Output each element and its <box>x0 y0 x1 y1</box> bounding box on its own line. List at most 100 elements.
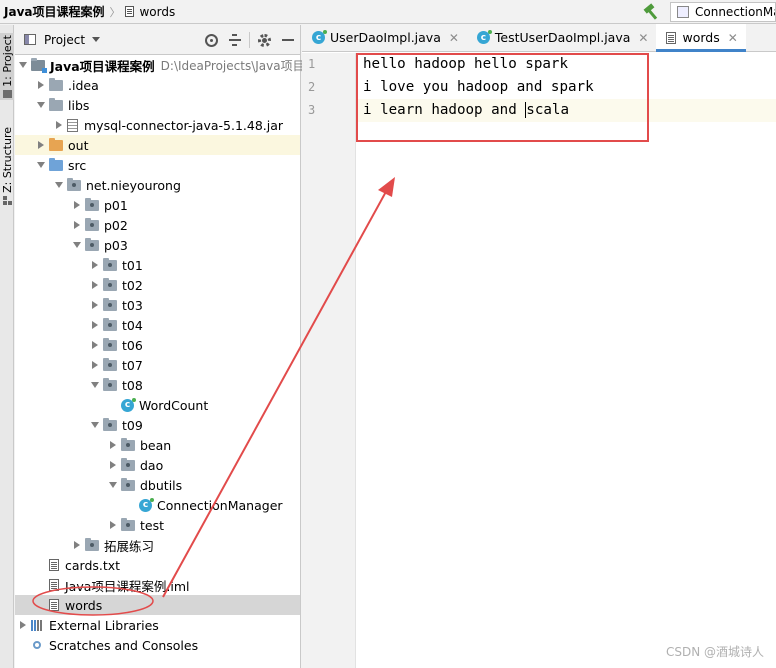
tree-item[interactable]: Java项目课程案例.iml <box>15 575 300 595</box>
code-text: i learn hadoop and <box>363 102 526 118</box>
tree-item[interactable]: out <box>15 135 300 155</box>
tree-item[interactable]: cards.txt <box>15 555 300 575</box>
locate-file-button[interactable] <box>199 25 223 55</box>
editor-tab[interactable]: c TestUserDaoImpl.java ✕ <box>467 24 657 51</box>
chevron-down-icon[interactable] <box>109 480 117 490</box>
tree-item[interactable]: p03 <box>15 235 300 255</box>
tree-item[interactable]: t07 <box>15 355 300 375</box>
tree-item-label: WordCount <box>139 397 209 413</box>
chevron-right-icon[interactable] <box>37 80 45 90</box>
chevron-right-icon[interactable] <box>73 200 81 210</box>
tree-item[interactable]: dao <box>15 455 300 475</box>
close-icon[interactable]: ✕ <box>449 31 459 45</box>
tree-item-label: .idea <box>68 77 99 93</box>
tree-item[interactable]: src <box>15 155 300 175</box>
tree-item[interactable]: Java项目课程案例 D:\IdeaProjects\Java项目 <box>15 55 305 75</box>
package-icon <box>85 237 99 251</box>
chevron-right-icon[interactable] <box>91 300 99 310</box>
chevron-down-icon[interactable] <box>19 60 27 70</box>
collapse-all-button[interactable] <box>223 25 247 55</box>
chevron-right-icon[interactable] <box>19 620 27 630</box>
chevron-right-icon[interactable] <box>109 460 117 470</box>
tree-item[interactable]: c WordCount <box>15 395 300 415</box>
tree-item[interactable]: t09 <box>15 415 300 435</box>
project-panel-header: Project <box>15 25 300 55</box>
chevron-down-icon[interactable] <box>37 160 45 170</box>
tree-item[interactable]: mysql-connector-java-5.1.48.jar <box>15 115 300 135</box>
chevron-right-icon[interactable] <box>91 320 99 330</box>
chevron-right-icon[interactable] <box>91 360 99 370</box>
chevron-right-icon[interactable] <box>91 260 99 270</box>
chevron-right-icon[interactable] <box>91 280 99 290</box>
tree-item-label: t04 <box>122 317 143 333</box>
chevron-down-icon[interactable] <box>55 180 63 190</box>
chevron-down-icon[interactable] <box>91 380 99 390</box>
build-hammer-icon[interactable] <box>642 3 660 21</box>
tree-item-label: p01 <box>104 197 128 213</box>
tree-item[interactable]: t01 <box>15 255 300 275</box>
tree-item[interactable]: p02 <box>15 215 300 235</box>
close-icon[interactable]: ✕ <box>728 31 738 45</box>
editor-tabs: c UserDaoImpl.java ✕ c TestUserDaoImpl.java ✕… <box>302 24 776 52</box>
text-file-icon <box>49 599 59 611</box>
tree-item[interactable]: t03 <box>15 295 300 315</box>
tree-item-label: words <box>65 597 103 613</box>
tree-item[interactable]: t04 <box>15 315 300 335</box>
chevron-right-icon[interactable] <box>109 440 117 450</box>
tree-item[interactable]: External Libraries <box>15 615 300 635</box>
editor-tab[interactable]: c UserDaoImpl.java ✕ <box>302 24 467 51</box>
project-view-title[interactable]: Project <box>44 33 85 47</box>
breadcrumb-project[interactable]: Java项目课程案例 <box>4 3 104 20</box>
java-class-icon: c <box>139 497 154 512</box>
breadcrumb-file[interactable]: words <box>139 5 175 19</box>
chevron-right-icon[interactable] <box>37 140 45 150</box>
hide-panel-button[interactable] <box>276 25 300 55</box>
code-area[interactable]: hello hadoop hello spark i love you hado… <box>357 53 776 122</box>
chevron-right-icon[interactable] <box>73 220 81 230</box>
chevron-right-icon[interactable] <box>73 540 81 550</box>
code-line[interactable]: hello hadoop hello spark <box>357 53 776 76</box>
structure-tool-button[interactable]: Z: Structure <box>0 125 14 207</box>
tree-item-label: t08 <box>122 377 143 393</box>
tree-item[interactable]: .idea <box>15 75 300 95</box>
tree-item[interactable]: t06 <box>15 335 300 355</box>
tree-item[interactable]: t08 <box>15 375 300 395</box>
structure-tool-label: Z: Structure <box>0 127 14 193</box>
chevron-right-icon[interactable] <box>55 120 63 130</box>
tree-item-label: src <box>68 157 87 173</box>
tree-item[interactable]: net.nieyourong <box>15 175 300 195</box>
tree-item[interactable]: libs <box>15 95 300 115</box>
tree-item[interactable]: dbutils <box>15 475 300 495</box>
project-tool-button[interactable]: 1: Project <box>0 33 14 100</box>
tree-item[interactable]: words <box>15 595 300 615</box>
tree-item[interactable]: bean <box>15 435 300 455</box>
tree-item[interactable]: test <box>15 515 300 535</box>
line-number: 1 <box>308 57 316 71</box>
code-line-current[interactable]: i learn hadoop and scala <box>357 99 776 122</box>
tree-item[interactable]: Scratches and Consoles <box>15 635 300 655</box>
run-configuration-selector[interactable]: ConnectionMa <box>670 2 776 22</box>
editor-tab-label: words <box>682 30 720 45</box>
editor-tab[interactable]: words ✕ <box>656 24 747 52</box>
package-icon <box>103 297 117 311</box>
tree-item[interactable]: c ConnectionManager <box>15 495 300 515</box>
tree-item[interactable]: 拓展练习 <box>15 535 300 555</box>
project-path: D:\IdeaProjects\Java项目 <box>160 58 305 73</box>
code-text: scala <box>526 102 570 118</box>
chevron-down-icon[interactable] <box>91 420 99 430</box>
chevron-right-icon[interactable] <box>109 520 117 530</box>
tree-item[interactable]: t02 <box>15 275 300 295</box>
tree-item-label: mysql-connector-java-5.1.48.jar <box>84 117 284 133</box>
settings-button[interactable] <box>252 25 276 55</box>
target-icon <box>204 33 218 47</box>
chevron-right-icon[interactable] <box>91 340 99 350</box>
line-number: 2 <box>308 80 316 94</box>
chevron-down-icon[interactable] <box>92 37 101 42</box>
code-line[interactable]: i love you hadoop and spark <box>357 76 776 99</box>
tree-item-label: libs <box>68 97 90 113</box>
chevron-down-icon[interactable] <box>73 240 81 250</box>
chevron-down-icon[interactable] <box>37 100 45 110</box>
tree-item[interactable]: p01 <box>15 195 300 215</box>
close-icon[interactable]: ✕ <box>638 31 648 45</box>
project-view-icon <box>24 34 36 45</box>
